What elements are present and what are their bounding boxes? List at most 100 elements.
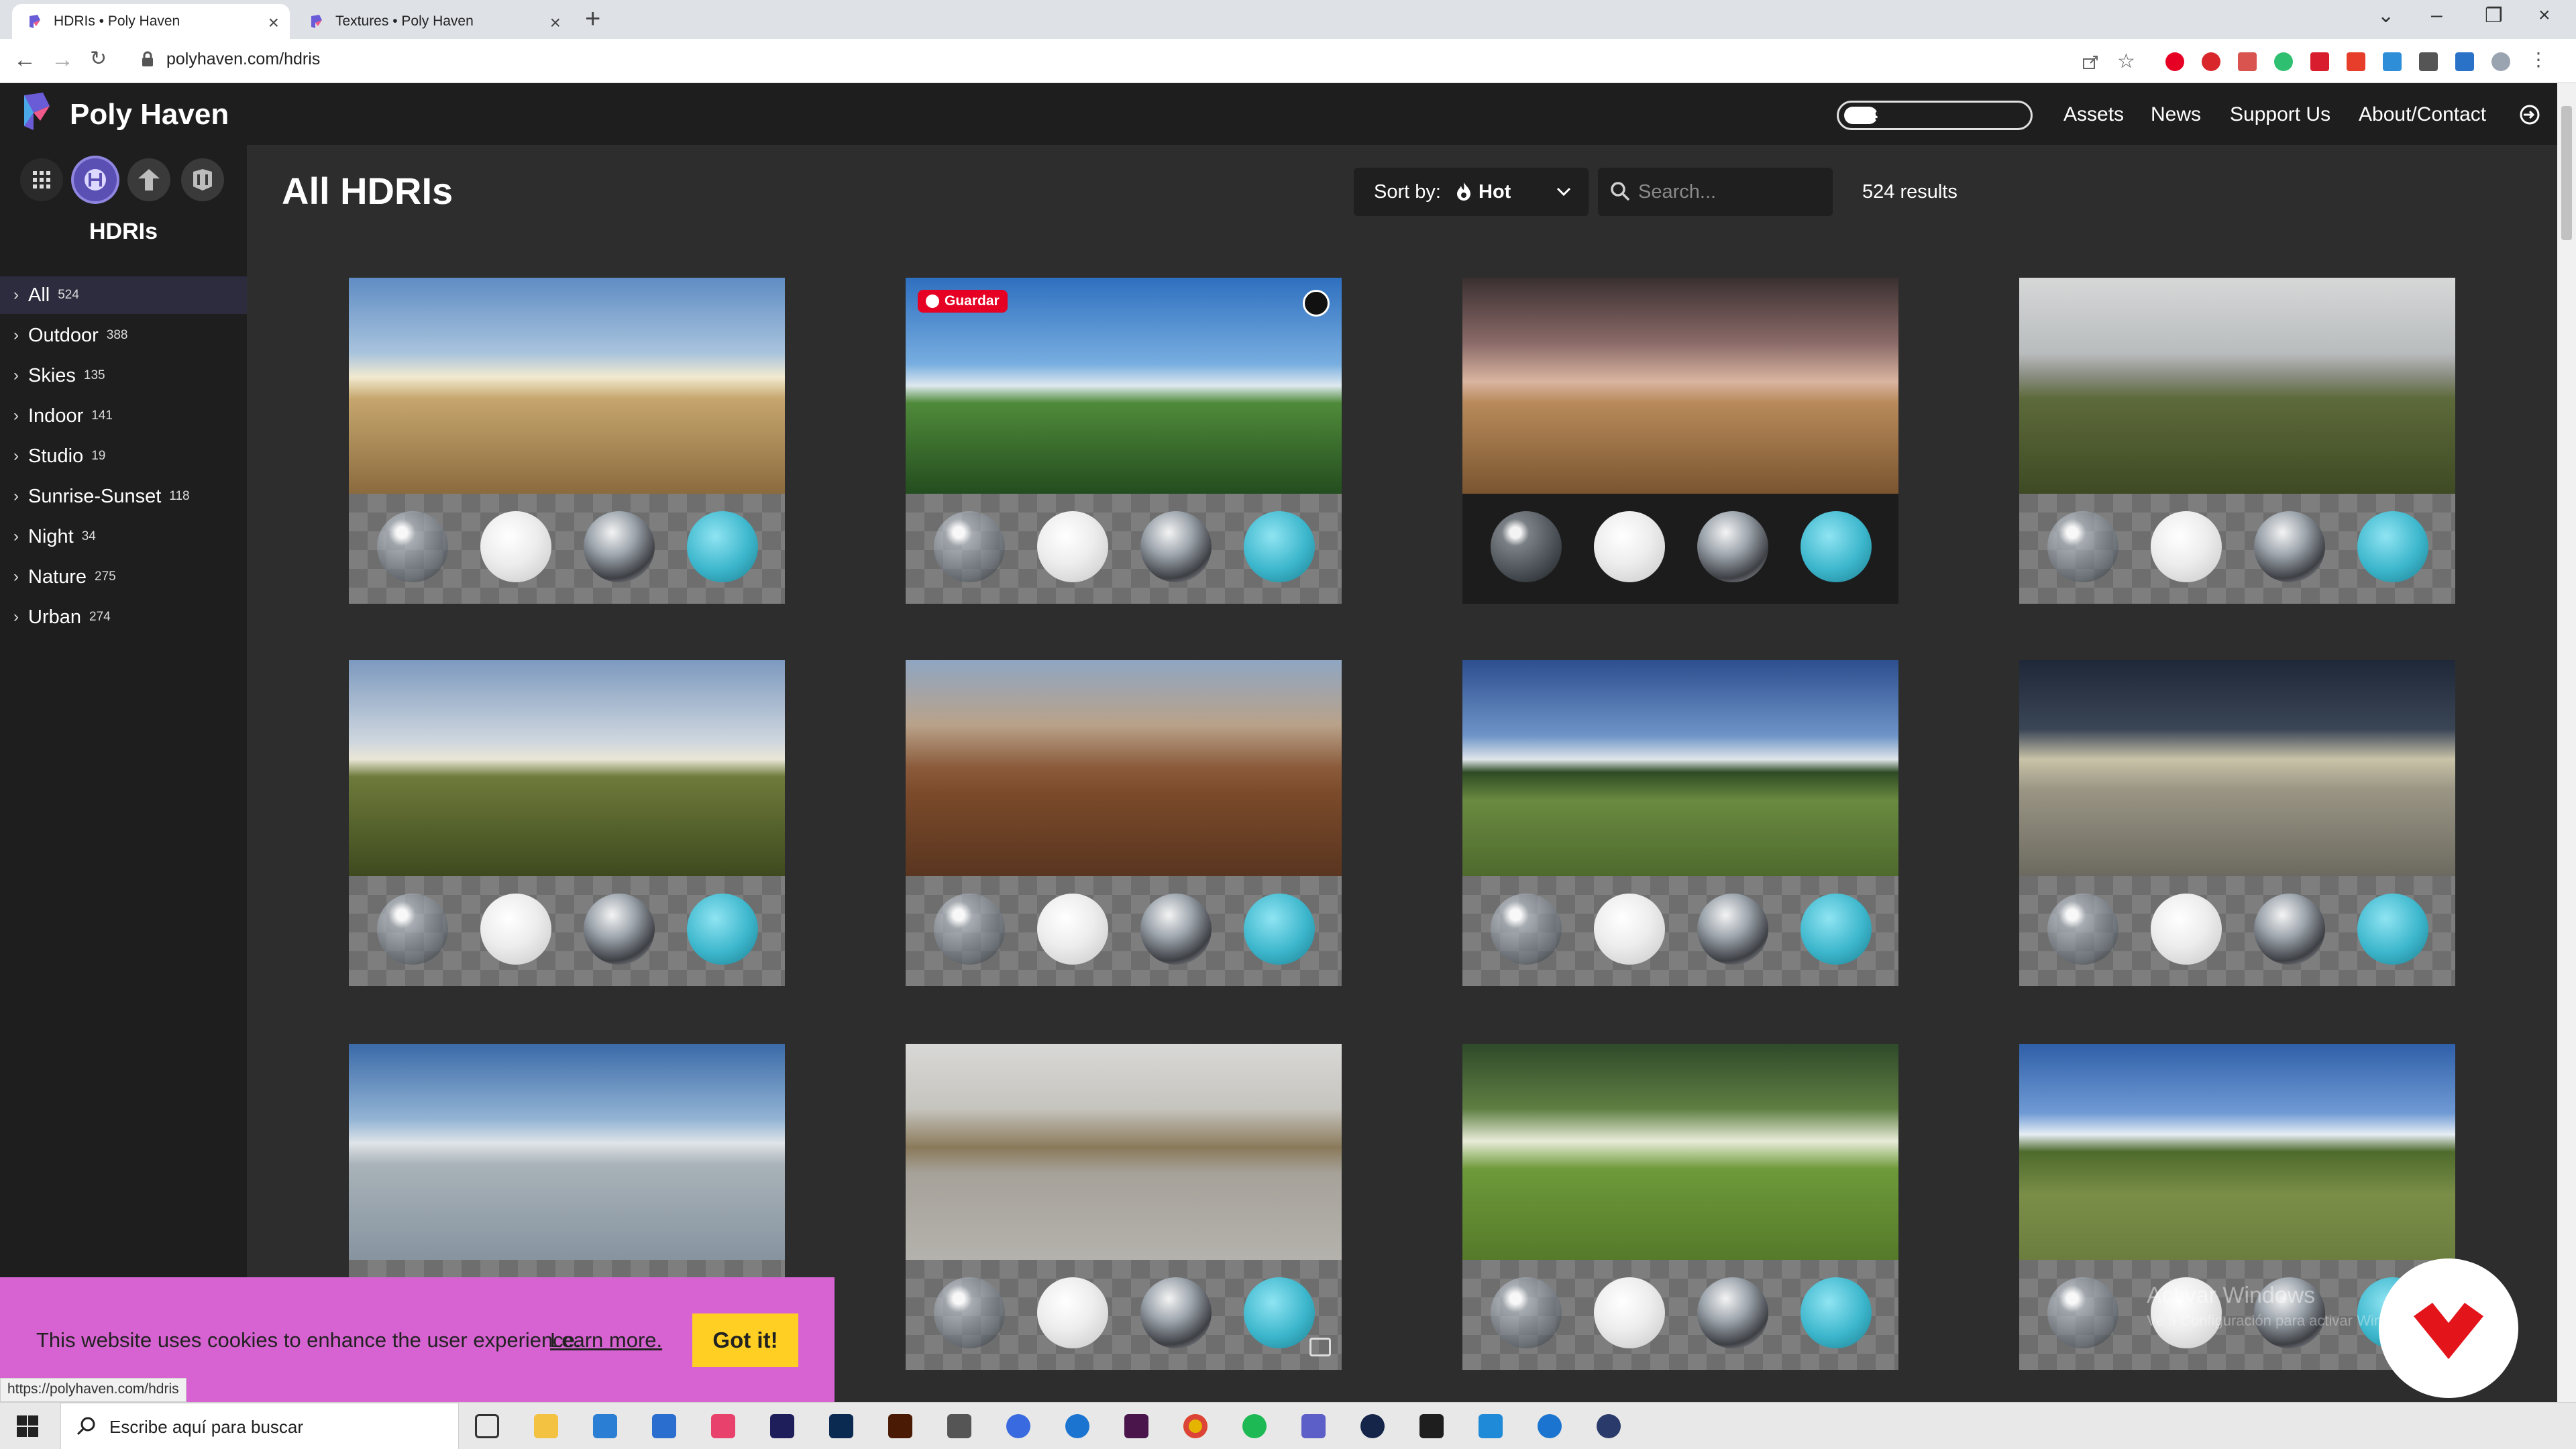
figma-icon[interactable] <box>1419 1414 1444 1438</box>
models-category-button[interactable] <box>181 158 224 201</box>
new-tab-icon[interactable]: + <box>585 4 600 34</box>
file-explorer-icon[interactable] <box>534 1414 558 1438</box>
nav-support-us[interactable]: Support Us <box>2230 103 2330 126</box>
cookie-accept-button[interactable]: Got it! <box>692 1313 798 1367</box>
category-studio[interactable]: › Studio 19 <box>0 437 247 475</box>
diffuse-sphere <box>480 511 551 582</box>
all-assets-grid-button[interactable] <box>20 158 63 201</box>
app-icon[interactable] <box>1006 1414 1030 1438</box>
after-effects-icon[interactable] <box>770 1414 794 1438</box>
reload-icon[interactable]: ↻ <box>90 47 107 70</box>
hdri-card[interactable] <box>349 278 785 604</box>
chrome-sphere <box>934 1277 1005 1348</box>
category-sunrise-sunset[interactable]: › Sunrise-Sunset 118 <box>0 478 247 515</box>
cinema4d-icon[interactable] <box>1360 1414 1385 1438</box>
address-bar[interactable]: polyhaven.com/hdris <box>166 50 320 69</box>
creative-cloud-icon[interactable] <box>711 1414 735 1438</box>
diffuse-sphere <box>2151 894 2222 965</box>
sidebar-toggle-icon[interactable] <box>2455 52 2474 71</box>
browser-menu-icon[interactable]: ⋮ <box>2529 48 2548 70</box>
image-gallery-icon[interactable] <box>1309 1338 1331 1356</box>
hdri-card[interactable] <box>906 278 1342 604</box>
photoshop-icon[interactable] <box>829 1414 853 1438</box>
hdri-card[interactable] <box>1462 660 1898 986</box>
site-brand[interactable]: Poly Haven <box>70 98 229 131</box>
chevron-right-icon: › <box>13 447 19 465</box>
shield-extension-icon[interactable] <box>2238 52 2257 71</box>
nav-news[interactable]: News <box>2151 103 2201 126</box>
hdri-card[interactable] <box>906 1044 1342 1370</box>
preview-spheres <box>906 494 1342 604</box>
category-nature[interactable]: › Nature 275 <box>0 558 247 596</box>
hdri-card[interactable] <box>1462 278 1898 604</box>
store-icon[interactable] <box>593 1414 617 1438</box>
teams-icon[interactable] <box>1301 1414 1326 1438</box>
bookmark-star-icon[interactable]: ☆ <box>2117 50 2135 72</box>
category-skies[interactable]: › Skies 135 <box>0 357 247 394</box>
pdf-extension-icon[interactable] <box>2310 52 2329 71</box>
windows-start-icon[interactable] <box>16 1415 39 1438</box>
mail-icon[interactable] <box>652 1414 676 1438</box>
search-icon <box>76 1417 95 1436</box>
sort-dropdown[interactable]: Sort by: Hot <box>1354 168 1589 216</box>
category-urban[interactable]: › Urban 274 <box>0 598 247 636</box>
restore-icon[interactable]: ❐ <box>2485 4 2503 28</box>
extension-icon[interactable] <box>2202 52 2220 71</box>
pinterest-save-button[interactable]: Guardar <box>918 290 1008 313</box>
tab-hdris[interactable]: HDRIs • Poly Haven × <box>12 4 290 39</box>
color-sphere <box>2357 511 2428 582</box>
puzzle-extensions-icon[interactable] <box>2419 52 2438 71</box>
funding-label: $1387 to go <box>1875 108 1957 125</box>
hdri-card[interactable] <box>2019 278 2455 604</box>
nav-assets[interactable]: Assets <box>2063 103 2124 126</box>
cinema4d-secondary-icon[interactable] <box>1597 1414 1621 1438</box>
color-sphere <box>1244 894 1315 965</box>
tab-textures[interactable]: Textures • Poly Haven × <box>294 4 572 39</box>
floating-widget-button[interactable] <box>2379 1258 2518 1398</box>
scrollbar-thumb[interactable] <box>2561 106 2572 240</box>
translate-extension-icon[interactable] <box>2347 52 2365 71</box>
back-icon[interactable]: ← <box>13 47 36 73</box>
hdri-card[interactable] <box>2019 660 2455 986</box>
browser-tab-strip: HDRIs • Poly Haven × Textures • Poly Hav… <box>0 0 2576 39</box>
task-view-icon[interactable] <box>475 1414 499 1438</box>
illustrator-icon[interactable] <box>888 1414 912 1438</box>
close-tab-icon[interactable]: × <box>268 12 279 34</box>
hdris-category-button[interactable] <box>74 158 117 201</box>
share-icon[interactable] <box>2081 52 2100 71</box>
app-b-icon[interactable] <box>1479 1414 1503 1438</box>
category-all[interactable]: › All 524 <box>0 276 247 314</box>
category-night[interactable]: › Night 34 <box>0 518 247 555</box>
funding-progress[interactable]: $1387 to go <box>1837 101 2033 130</box>
login-icon[interactable] <box>2518 103 2541 126</box>
search-input[interactable] <box>1598 168 1833 216</box>
tab-search-chevron-icon[interactable]: ⌄ <box>2377 4 2394 28</box>
profile-avatar-icon[interactable] <box>2491 52 2510 71</box>
hdri-card[interactable] <box>906 660 1342 986</box>
cloud-icon[interactable] <box>1538 1414 1562 1438</box>
cookie-learn-more-link[interactable]: Learn more. <box>550 1328 662 1352</box>
spotify-icon[interactable] <box>1242 1414 1267 1438</box>
close-tab-icon[interactable]: × <box>550 12 561 34</box>
category-indoor[interactable]: › Indoor 141 <box>0 397 247 435</box>
visual-search-lens-icon[interactable] <box>1303 290 1330 317</box>
onedrive-icon[interactable] <box>1065 1414 1089 1438</box>
slack-icon[interactable] <box>1124 1414 1148 1438</box>
pinterest-extension-icon[interactable] <box>2165 52 2184 71</box>
category-outdoor[interactable]: › Outdoor 388 <box>0 317 247 354</box>
close-window-icon[interactable]: × <box>2538 4 2551 27</box>
polyhaven-logo-icon[interactable] <box>20 91 51 133</box>
forward-icon[interactable]: → <box>51 47 74 73</box>
taskbar-search[interactable]: Escribe aquí para buscar <box>60 1403 459 1449</box>
textures-category-button[interactable] <box>127 158 170 201</box>
chrome-icon[interactable] <box>1183 1414 1208 1438</box>
windows-extension-icon[interactable] <box>2383 52 2402 71</box>
minimize-icon[interactable]: – <box>2431 4 2443 27</box>
snipping-tool-icon[interactable] <box>947 1414 971 1438</box>
hdri-card[interactable] <box>1462 1044 1898 1370</box>
grammarly-extension-icon[interactable] <box>2274 52 2293 71</box>
nav-about-contact[interactable]: About/Contact <box>2359 103 2486 126</box>
diffuse-sphere <box>1594 894 1665 965</box>
page-scrollbar[interactable] <box>2557 83 2576 1402</box>
hdri-card[interactable] <box>349 660 785 986</box>
